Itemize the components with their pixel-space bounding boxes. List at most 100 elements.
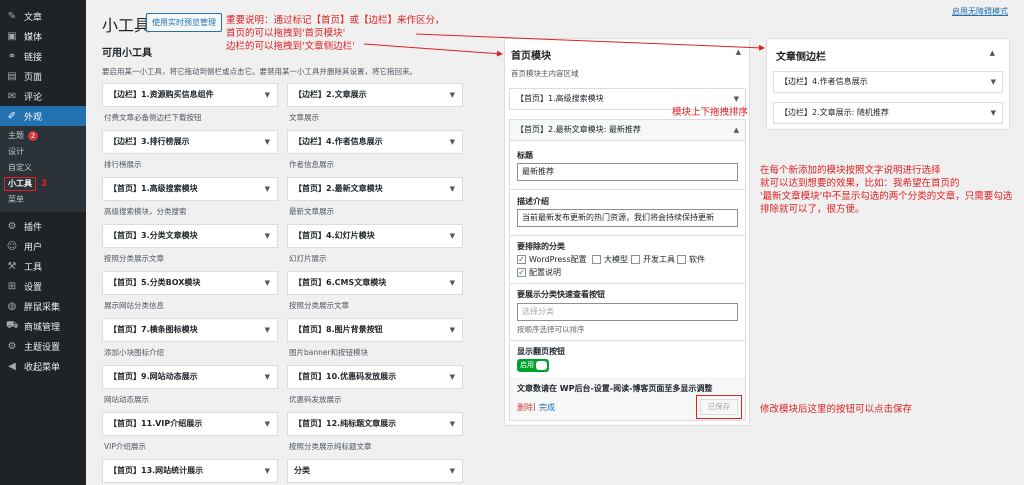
accessibility-mode-link[interactable]: 启用无障碍模式 (952, 6, 1008, 17)
category-checkbox[interactable]: 开发工具 (631, 254, 675, 265)
note-explain: 在每个新添加的模块按照文字说明进行选择 就可以达到想要的效果，比如：我希望在首页… (760, 164, 1020, 216)
widget-desc: 付费文章必备侧边栏下载按钮 (104, 113, 202, 122)
available-widget[interactable]: 【首页】7.横条图标模块 ▼ (102, 318, 278, 342)
expand-arrow-icon[interactable]: ▼ (265, 319, 270, 341)
menu-settings[interactable]: ⊞ 设置 (0, 276, 86, 296)
available-widget[interactable]: 【边栏】4.作者信息展示 ▼ (287, 130, 463, 154)
available-widget[interactable]: 【首页】3.分类文章模块 ▼ (102, 224, 278, 248)
menu-collector[interactable]: ◍ 胖鼠采集 (0, 296, 86, 316)
expand-arrow-icon[interactable]: ▼ (450, 460, 455, 482)
done-link[interactable]: 完成 (539, 402, 555, 413)
expand-arrow-icon[interactable]: ▼ (991, 103, 996, 123)
available-widget[interactable]: 【首页】6.CMS文章模块 ▼ (287, 271, 463, 295)
expand-arrow-icon[interactable]: ▼ (450, 413, 455, 435)
menu-store[interactable]: ⛟ 商城管理 (0, 316, 86, 336)
delete-link[interactable]: 删除 (517, 402, 533, 413)
note-line: 重要说明：通过标记【首页】或【边栏】来作区分， (226, 15, 445, 26)
menu-comment[interactable]: ✉ 评论 (0, 86, 86, 106)
expand-arrow-icon[interactable]: ▼ (450, 84, 455, 106)
expand-arrow-icon[interactable]: ▼ (265, 460, 270, 482)
submenu-item[interactable]: 自定义 (0, 160, 86, 176)
available-widget[interactable]: 【首页】9.网站动态展示 ▼ (102, 365, 278, 389)
available-widget[interactable]: 【首页】8.图片背景按钮 ▼ (287, 318, 463, 342)
post-count-note: 文章数请在 WP后台-设置-阅读-博客页面至多显示调整 (517, 384, 713, 393)
title-input[interactable]: 最新推荐 (517, 163, 738, 181)
widget-desc: 最新文章展示 (289, 207, 334, 216)
menu-pushpin[interactable]: ✎ 文章 (0, 6, 86, 26)
menu-theme-settings[interactable]: ⚙ 主题设置 (0, 336, 86, 356)
checkbox-empty-icon[interactable] (631, 255, 640, 264)
expand-arrow-icon[interactable]: ▼ (265, 131, 270, 153)
category-checkbox[interactable]: ✓ 配置说明 (517, 267, 561, 278)
expand-arrow-icon[interactable]: ▼ (450, 366, 455, 388)
expand-arrow-icon[interactable]: ▼ (265, 366, 270, 388)
expand-arrow-icon[interactable]: ▼ (450, 225, 455, 247)
menu-page[interactable]: ▤ 页面 (0, 66, 86, 86)
title-label: 标题 (517, 151, 533, 160)
collapse-caret-icon[interactable]: ▲ (990, 49, 995, 57)
category-checkbox[interactable]: 大模型 (592, 254, 628, 265)
divider (510, 189, 745, 190)
expand-arrow-icon[interactable]: ▼ (450, 131, 455, 153)
available-widget[interactable]: 【边栏】1.资源购买信息组件 ▼ (102, 83, 278, 107)
checkbox-empty-icon[interactable] (592, 255, 601, 264)
widget-desc: 作者信息展示 (289, 160, 334, 169)
expand-arrow-icon[interactable]: ▼ (265, 178, 270, 200)
expand-arrow-icon[interactable]: ▼ (265, 413, 270, 435)
desc-input[interactable]: 当前最新发布更新的热门资源，我们将会持续保持更新 (517, 209, 738, 227)
available-widget[interactable]: 【首页】5.分类BOX模块 ▼ (102, 271, 278, 295)
menu-link[interactable]: ⚭ 链接 (0, 46, 86, 66)
expand-arrow-icon[interactable]: ▼ (265, 272, 270, 294)
menu-label: 用户 (24, 242, 43, 253)
available-widget[interactable]: 【边栏】2.文章展示 ▼ (287, 83, 463, 107)
available-widget[interactable]: 【首页】1.高级搜索模块 ▼ (102, 177, 278, 201)
menu-media[interactable]: ▣ 媒体 (0, 26, 86, 46)
expand-arrow-icon[interactable]: ▼ (450, 319, 455, 341)
submenu-label: 设计 (8, 147, 24, 156)
expand-arrow-icon[interactable]: ▼ (265, 225, 270, 247)
expand-arrow-icon[interactable]: ▼ (265, 84, 270, 106)
menu-label: 主题设置 (24, 342, 61, 353)
available-widget[interactable]: 分类 ▼ (287, 459, 463, 483)
category-checkbox[interactable]: 软件 (677, 254, 705, 265)
submenu-item[interactable]: 设计 (0, 144, 86, 160)
submenu-label: 菜单 (8, 195, 24, 204)
widget-label: 【首页】1.高级搜索模块 (516, 94, 604, 103)
available-widget[interactable]: 【首页】12.纯标题文章展示 ▼ (287, 412, 463, 436)
home-widget-latest[interactable]: 【首页】2.最新文章模块: 最新推荐 ▲ (509, 119, 746, 141)
submenu-item[interactable]: 菜单 (0, 192, 86, 208)
menu-tools[interactable]: ⚒ 工具 (0, 256, 86, 276)
menu-label: 文章 (24, 12, 43, 23)
paging-toggle[interactable]: 启用 (517, 359, 549, 372)
available-widget[interactable]: 【首页】10.优惠码发放展示 ▼ (287, 365, 463, 389)
submenu-item[interactable]: 主题 2 (0, 128, 86, 144)
checkmark-icon[interactable]: ✓ (517, 255, 526, 264)
available-widget[interactable]: 【首页】11.VIP介绍展示 ▼ (102, 412, 278, 436)
category-select-input[interactable]: 选择分类 (517, 303, 738, 321)
menu-plugin[interactable]: ⚙ 插件 (0, 216, 86, 236)
collapse-caret-icon[interactable]: ▲ (736, 48, 741, 56)
note-line: 首页的可以拖拽到'首页模块' (226, 28, 346, 39)
menu-label: 工具 (24, 262, 43, 273)
available-widget[interactable]: 【首页】13.网站统计展示 ▼ (102, 459, 278, 483)
expand-arrow-icon[interactable]: ▼ (450, 272, 455, 294)
available-widget[interactable]: 【首页】2.最新文章模块 ▼ (287, 177, 463, 201)
sidebar-widget-author[interactable]: 【边栏】4.作者信息展示 ▼ (773, 71, 1003, 93)
menu-label: 页面 (24, 72, 43, 83)
collapse-arrow-icon[interactable]: ▲ (734, 120, 739, 140)
available-widget[interactable]: 【首页】4.幻灯片模块 ▼ (287, 224, 463, 248)
sidebar-widget-posts[interactable]: 【边栏】2.文章展示: 随机推荐 ▼ (773, 102, 1003, 124)
menu-user[interactable]: ☺ 用户 (0, 236, 86, 256)
checkbox-empty-icon[interactable] (677, 255, 686, 264)
expand-arrow-icon[interactable]: ▼ (991, 72, 996, 92)
category-checkbox[interactable]: ✓ WordPress配置 (517, 254, 587, 265)
menu-appearance[interactable]: ✐ 外观 (0, 106, 86, 126)
available-widget[interactable]: 【边栏】3.排行榜展示 ▼ (102, 130, 278, 154)
submenu-item[interactable]: 小工具 2 (0, 176, 86, 192)
live-preview-button[interactable]: 使用实时预览管理 (146, 13, 222, 32)
expand-arrow-icon[interactable]: ▼ (450, 178, 455, 200)
widget-desc: VIP介绍展示 (104, 442, 146, 451)
widget-label: 【边栏】1.资源购买信息组件 (109, 90, 214, 99)
menu-collapse[interactable]: ◀ 收起菜单 (0, 356, 86, 376)
checkmark-icon[interactable]: ✓ (517, 268, 526, 277)
